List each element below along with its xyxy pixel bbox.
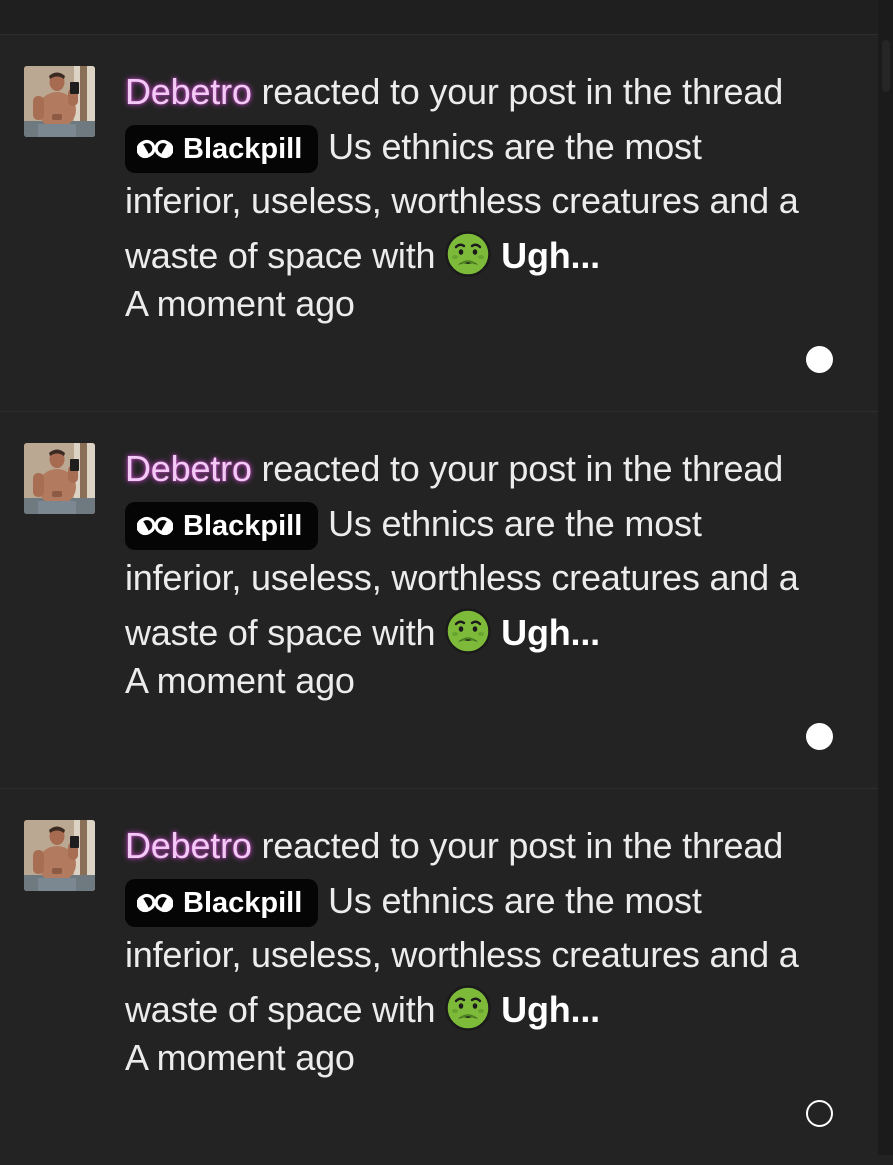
prefix-label: Blackpill (183, 132, 303, 165)
unread-indicator[interactable] (806, 346, 833, 373)
thread-prefix-badge: Blackpill (125, 501, 319, 550)
reaction-label: Ugh... (501, 611, 600, 653)
thread-prefix-badge: Blackpill (125, 878, 319, 927)
notification-item[interactable]: Debetro reacted to your post in the thre… (0, 35, 878, 412)
pill-icon (137, 134, 173, 164)
notification-item[interactable]: Debetro reacted to your post in the thre… (0, 789, 878, 1165)
timestamp: A moment ago (125, 283, 355, 324)
reaction-label: Ugh... (501, 988, 600, 1030)
notification-message: reacted to your post in the thread (251, 448, 784, 489)
read-indicator[interactable] (806, 1100, 833, 1127)
reaction-label: Ugh... (501, 234, 600, 276)
prefix-label: Blackpill (183, 509, 303, 542)
notification-item[interactable]: Debetro reacted to your post in the thre… (0, 412, 878, 789)
timestamp: A moment ago (125, 660, 355, 701)
previous-item-edge (0, 0, 878, 35)
pill-icon (137, 888, 173, 918)
prefix-label: Blackpill (183, 886, 303, 919)
notification-list: Debetro reacted to your post in the thre… (0, 35, 878, 1165)
avatar[interactable] (24, 443, 95, 514)
thread-prefix-badge: Blackpill (125, 124, 319, 173)
nauseated-face-icon (445, 231, 491, 277)
nauseated-face-icon (445, 608, 491, 654)
notification-text: Debetro reacted to your post in the thre… (125, 819, 815, 1086)
notification-message: reacted to your post in the thread (251, 825, 784, 866)
username-link[interactable]: Debetro (125, 71, 252, 112)
nauseated-face-icon (445, 985, 491, 1031)
notification-text: Debetro reacted to your post in the thre… (125, 65, 815, 332)
notification-message: reacted to your post in the thread (251, 71, 784, 112)
scrollbar[interactable] (878, 0, 893, 1155)
username-link[interactable]: Debetro (125, 825, 252, 866)
username-link[interactable]: Debetro (125, 448, 252, 489)
timestamp: A moment ago (125, 1037, 355, 1078)
unread-indicator[interactable] (806, 723, 833, 750)
scrollbar-thumb[interactable] (882, 40, 890, 92)
notification-text: Debetro reacted to your post in the thre… (125, 442, 815, 709)
pill-icon (137, 511, 173, 541)
avatar[interactable] (24, 66, 95, 137)
avatar[interactable] (24, 820, 95, 891)
